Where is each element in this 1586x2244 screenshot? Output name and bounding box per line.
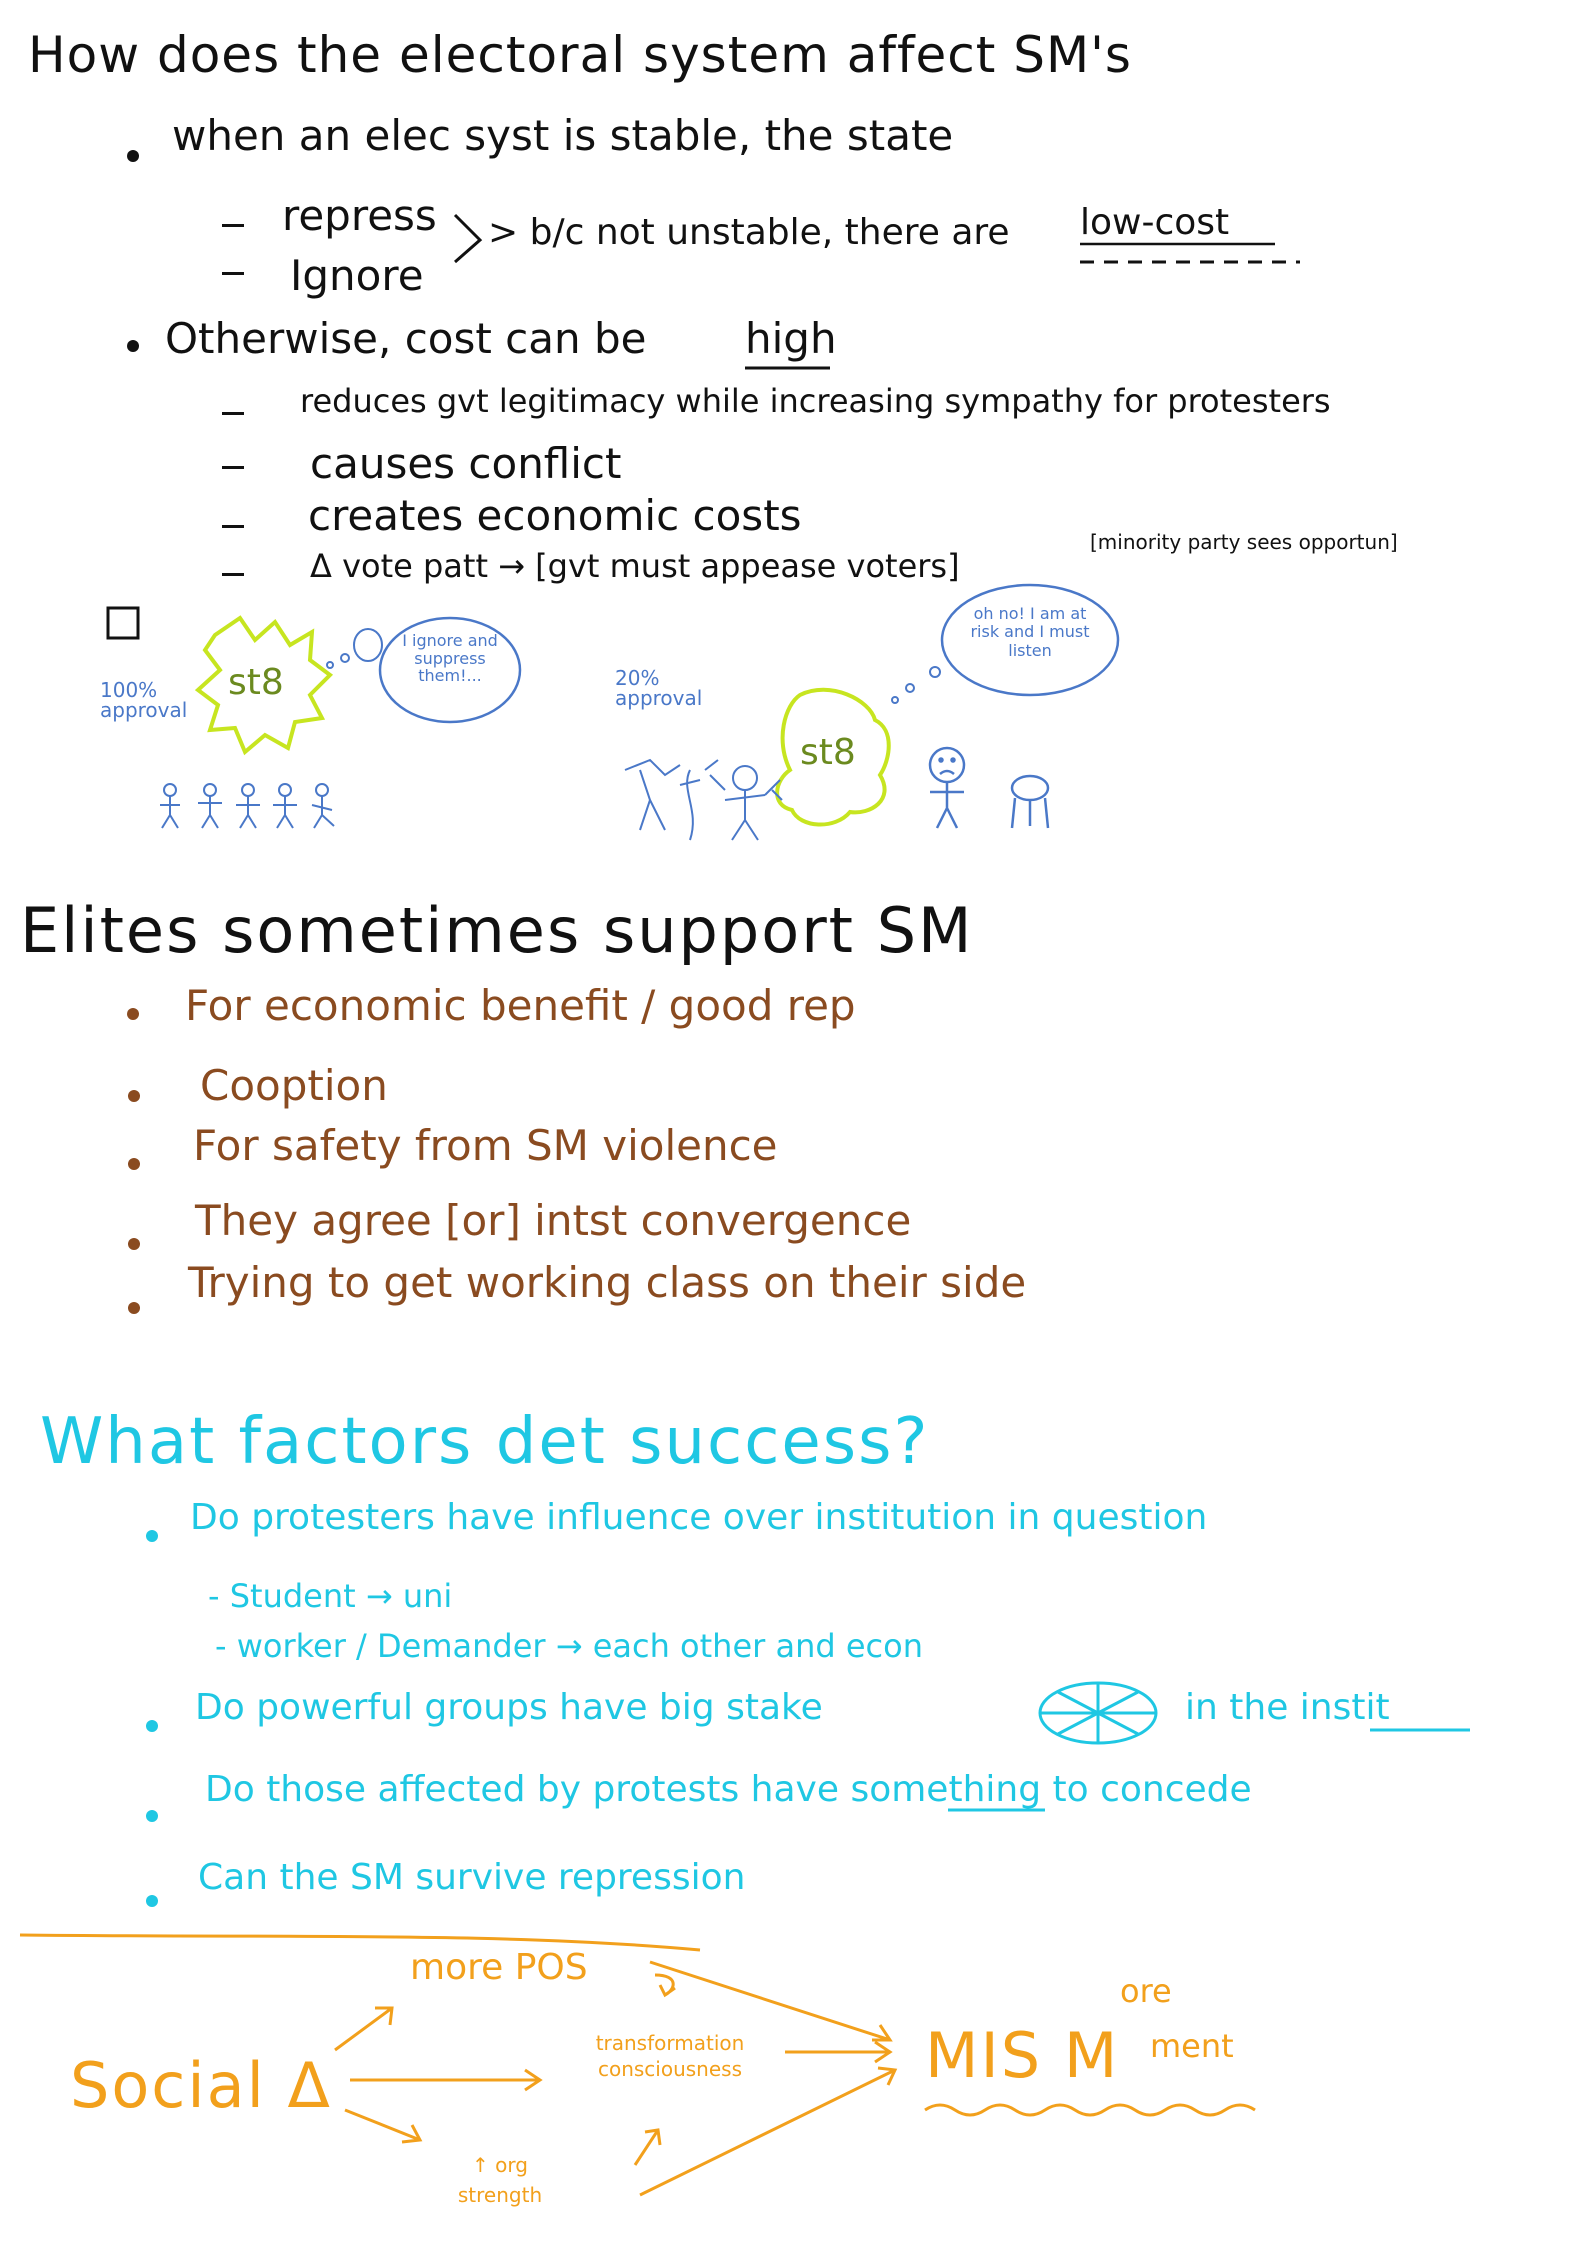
success-item-2a: Do powerful groups have big stake xyxy=(195,1687,823,1728)
protesters-right-icon xyxy=(624,758,783,841)
bullet-icon xyxy=(128,1158,140,1170)
bullet-icon xyxy=(128,1238,140,1250)
section1-dash4b: [minority party sees opportun] xyxy=(1090,530,1398,554)
checkbox-square-icon xyxy=(106,606,140,640)
stick-figures-left-icon xyxy=(160,783,335,829)
state-left-label: st8 xyxy=(228,662,284,703)
thought-dot-icon xyxy=(353,628,383,662)
diagram-org-strength: ↑ org strength xyxy=(457,2153,543,2207)
section1-sub-repress: repress xyxy=(282,191,437,240)
dash-icon xyxy=(222,412,244,415)
bubble-left-text: I ignore and suppress them!... xyxy=(402,631,498,686)
approval-left-label: 100% approval xyxy=(100,678,188,722)
thought-dot-icon xyxy=(891,696,899,704)
dash-icon xyxy=(222,224,244,227)
thought-dot-icon xyxy=(326,661,334,669)
section2-heading: Elites sometimes support SM xyxy=(20,894,974,967)
bullet-icon xyxy=(127,1008,139,1020)
bullet-icon xyxy=(146,1895,158,1907)
success-item-1a: - Student → uni xyxy=(208,1577,453,1615)
diagram-transformation: transformation consciousness xyxy=(595,2031,745,2081)
section1-bullet1: when an elec syst is stable, the state xyxy=(172,111,954,160)
section1-sub-ignore: Ignore xyxy=(290,251,424,300)
thought-dot-icon xyxy=(340,653,350,663)
bubble-right-text: oh no! I am at risk and I must listen xyxy=(970,604,1090,660)
section1-high: high xyxy=(745,314,837,363)
bullet-icon xyxy=(128,1090,140,1102)
section1-bullet2: Otherwise, cost can be xyxy=(165,314,647,363)
success-item-4: Can the SM survive repression xyxy=(198,1857,746,1898)
section1-dash1: reduces gvt legitimacy while increasing … xyxy=(300,382,1331,420)
success-item-2b: in the instit xyxy=(1185,1687,1390,1728)
approval-right-label: 20% approval xyxy=(615,666,703,710)
success-item-3: Do those affected by protests have somet… xyxy=(205,1769,1252,1810)
sad-figure-icon xyxy=(928,746,966,829)
orange-separator-line xyxy=(19,1933,701,1952)
diagram-ore: ore xyxy=(1120,1972,1172,2010)
diagram-social-change: Social Δ xyxy=(70,2049,332,2122)
dash-icon xyxy=(222,525,244,528)
thought-dot-icon xyxy=(905,683,915,693)
elites-item-2: Cooption xyxy=(200,1061,388,1110)
section1-brace-note: > b/c not unstable, there are xyxy=(488,212,1010,253)
state-right-label: st8 xyxy=(800,732,856,773)
notes-page: How does the electoral system affect SM'… xyxy=(0,0,1586,2244)
thought-dot-icon xyxy=(929,666,941,678)
elites-item-1: For economic benefit / good rep xyxy=(185,981,856,1030)
chair-icon xyxy=(1010,774,1050,829)
bullet-icon xyxy=(146,1720,158,1732)
diagram-ment: ment xyxy=(1150,2027,1234,2065)
section1-low-cost: low-cost xyxy=(1080,202,1230,243)
section1-dash4: Δ vote patt → [gvt must appease voters] xyxy=(310,547,960,585)
success-item-1b: - worker / Demander → each other and eco… xyxy=(215,1627,923,1665)
success-item-1: Do protesters have influence over instit… xyxy=(190,1497,1208,1538)
diagram-more-pos: more POS xyxy=(410,1947,588,1988)
diagram-mis: MIS M xyxy=(925,2019,1120,2092)
elites-item-5: Trying to get working class on their sid… xyxy=(188,1258,1027,1307)
section1-dash2: causes conflict xyxy=(310,439,622,488)
movement-wavy-underline xyxy=(924,2103,1256,2117)
section1-dash3: creates economic costs xyxy=(308,491,802,540)
bullet-icon xyxy=(127,150,139,162)
elites-item-4: They agree [or] intst convergence xyxy=(195,1196,912,1245)
section1-heading: How does the electoral system affect SM'… xyxy=(28,26,1132,84)
section3-heading: What factors det success? xyxy=(40,1405,930,1479)
dash-icon xyxy=(222,466,244,469)
bullet-icon xyxy=(146,1810,158,1822)
dash-icon xyxy=(222,573,244,576)
bullet-icon xyxy=(128,1302,140,1314)
brace-icon xyxy=(453,213,483,264)
pie-stake-icon xyxy=(1038,1681,1158,1745)
elites-item-3: For safety from SM violence xyxy=(193,1121,778,1170)
bullet-icon xyxy=(127,340,139,352)
bullet-icon xyxy=(146,1530,158,1542)
dash-icon xyxy=(222,272,244,275)
